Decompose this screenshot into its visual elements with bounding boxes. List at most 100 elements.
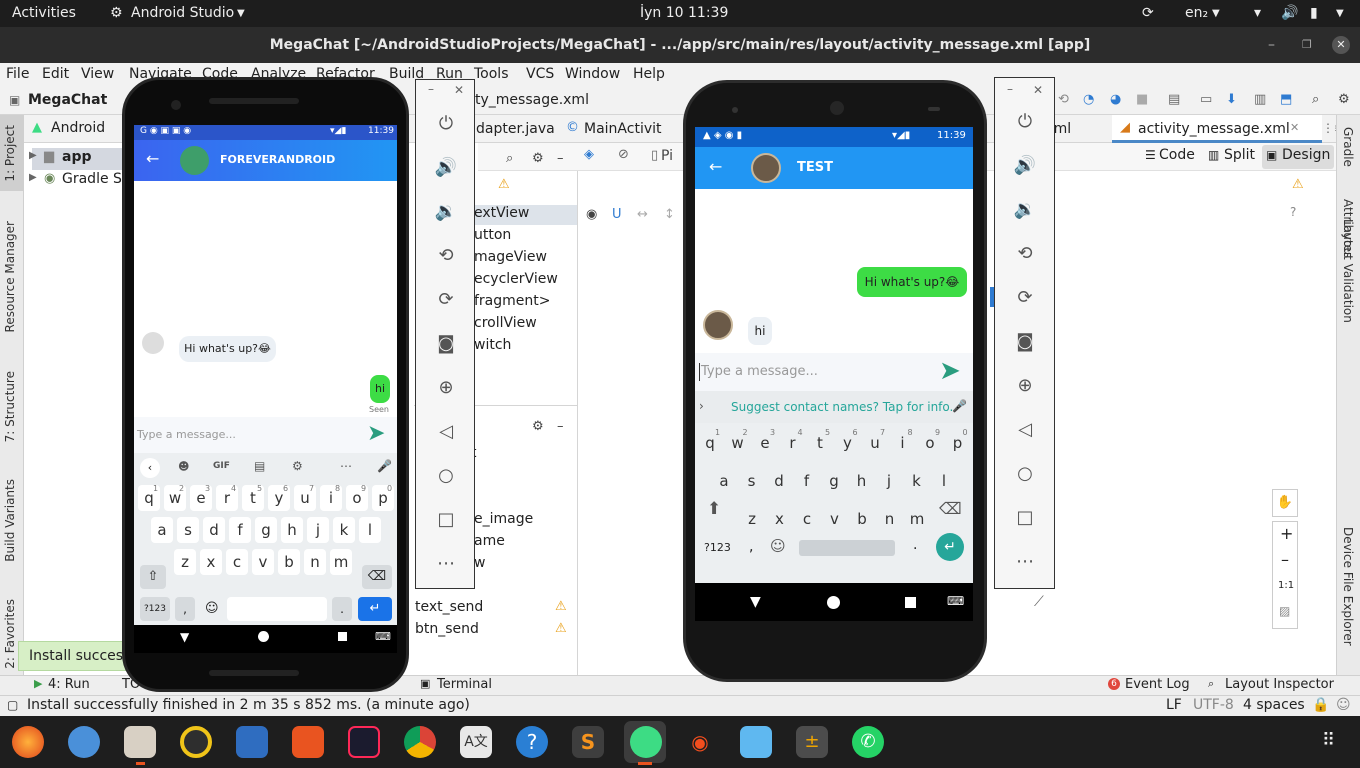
nav-back-button[interactable]: ▼	[750, 594, 761, 610]
install-toast[interactable]: Install success	[18, 641, 128, 671]
sublime-icon[interactable]: S	[572, 726, 604, 758]
stop-icon[interactable]: ■	[1136, 92, 1148, 107]
terminal-tab[interactable]: Terminal	[437, 677, 492, 692]
more-icon[interactable]: ⋯	[995, 551, 1055, 572]
key-c[interactable]: c	[226, 549, 248, 575]
tree-item-btn-send[interactable]: btn_send	[415, 621, 479, 637]
magnet-icon[interactable]: U	[612, 207, 622, 222]
menu-window[interactable]: Window	[565, 66, 620, 82]
zoom-icon[interactable]: ⊕	[995, 375, 1055, 396]
key-d[interactable]: d	[767, 467, 791, 495]
zoom-actual-button[interactable]: 1:1	[1278, 580, 1294, 591]
key-z[interactable]: z	[740, 505, 764, 533]
home-icon[interactable]: ○	[416, 465, 476, 486]
android-studio-icon[interactable]	[630, 726, 662, 758]
incoming-bubble[interactable]: hi	[748, 317, 772, 345]
status-icon[interactable]: ▢	[7, 698, 18, 712]
translate-icon[interactable]: A文	[460, 726, 492, 758]
backspace-key[interactable]: ⌫	[939, 499, 962, 518]
pan-button[interactable]: ✋	[1272, 489, 1298, 517]
palette-item[interactable]: utton	[474, 227, 511, 243]
device-selector[interactable]: Pi	[661, 148, 673, 164]
tree-item-text-send[interactable]: text_send	[415, 599, 483, 615]
volume-up-icon[interactable]: 🔊	[995, 155, 1055, 176]
settings-icon[interactable]: ⚙	[1338, 92, 1350, 107]
resize-handle[interactable]: ⟋	[1034, 594, 1044, 610]
nav-home-button[interactable]	[827, 596, 840, 609]
shift-key[interactable]: ⇧	[140, 565, 166, 589]
key-f[interactable]: f	[229, 517, 251, 543]
layers-icon[interactable]: ◈	[584, 147, 594, 162]
symbols-key[interactable]: ?123	[704, 541, 731, 554]
status-message[interactable]: Install successfully finished in 2 m 35 …	[27, 697, 470, 713]
nav-back-button[interactable]: ▼	[180, 630, 189, 644]
search-icon[interactable]: ⌕	[506, 151, 513, 166]
clipboard-icon[interactable]: ▤	[254, 459, 265, 473]
key-b[interactable]: b	[278, 549, 300, 575]
mic-icon[interactable]: 🎤	[952, 399, 967, 413]
key-a[interactable]: a	[712, 467, 736, 495]
chrome-icon[interactable]	[404, 726, 436, 758]
build-variants-button[interactable]: Build Variants	[3, 479, 17, 562]
writer-icon[interactable]	[236, 726, 268, 758]
zoom-out-button[interactable]: –	[1281, 550, 1289, 569]
shift-key[interactable]: ⬆	[707, 499, 721, 519]
key-k[interactable]: k	[905, 467, 929, 495]
line-separator[interactable]: LF	[1166, 697, 1182, 713]
settings-icon[interactable]: ⚙	[532, 151, 544, 166]
resource-manager-button[interactable]: Resource Manager	[3, 221, 17, 332]
home-icon[interactable]: ○	[995, 463, 1055, 484]
firefox-icon[interactable]	[12, 726, 44, 758]
key-f[interactable]: f	[795, 467, 819, 495]
chevron-right-icon[interactable]: ▶	[29, 172, 37, 183]
enter-key[interactable]: ↵	[358, 597, 392, 621]
chevron-right-icon[interactable]: ›	[699, 399, 704, 413]
keyboard-switch-icon[interactable]: ⌨	[375, 630, 391, 643]
profiler-icon[interactable]: ◔	[1083, 92, 1094, 107]
key-x[interactable]: x	[768, 505, 792, 533]
key-s[interactable]: s	[177, 517, 199, 543]
send-icon[interactable]: ➤	[939, 356, 961, 386]
rotate-right-icon[interactable]: ⟳	[416, 289, 476, 310]
period-key[interactable]: .	[332, 597, 352, 621]
palette-item[interactable]: witch	[474, 337, 511, 353]
split-mode-button[interactable]: Split	[1224, 147, 1255, 163]
hide-icon[interactable]: –	[557, 151, 564, 166]
palette-item[interactable]: extView	[474, 205, 529, 221]
back-icon[interactable]: ◁	[995, 419, 1055, 440]
intellij-icon[interactable]	[348, 726, 380, 758]
gradle-tool-button[interactable]: Gradle	[1341, 127, 1355, 167]
key-x[interactable]: x	[200, 549, 222, 575]
weather-icon[interactable]	[740, 726, 772, 758]
wifi-icon[interactable]: ▾	[1254, 5, 1261, 21]
palette-item[interactable]: fragment>	[474, 293, 551, 309]
sticker-icon[interactable]: ☻	[178, 460, 189, 473]
backspace-key[interactable]: ⌫	[362, 565, 392, 589]
project-structure-icon[interactable]: ▤	[1168, 92, 1180, 107]
menu-edit[interactable]: Edit	[42, 66, 69, 82]
key-b[interactable]: b	[850, 505, 874, 533]
close-button[interactable]: ✕	[454, 83, 464, 97]
update-icon[interactable]: ⬒	[1280, 92, 1292, 107]
mic-icon[interactable]: 🎤	[377, 459, 392, 473]
rotate-right-icon[interactable]: ⟳	[995, 287, 1055, 308]
sync-icon[interactable]: ⟲	[1058, 92, 1069, 107]
menu-tools[interactable]: Tools	[474, 66, 509, 82]
layout-inspector-tab[interactable]: Layout Inspector	[1225, 677, 1334, 692]
tree-item-app[interactable]: app	[62, 149, 92, 165]
device-file-explorer-button[interactable]: Device File Explorer	[1341, 527, 1355, 646]
help-icon[interactable]: ?	[1290, 205, 1296, 219]
search-icon[interactable]: ⌕	[1312, 92, 1319, 107]
power-icon[interactable]: ⏻	[995, 111, 1055, 132]
key-m[interactable]: m	[905, 505, 929, 533]
clock[interactable]: İyn 10 11:39	[640, 5, 728, 21]
volume-up-icon[interactable]: 🔊	[416, 157, 476, 178]
warning-icon[interactable]: ⚠	[555, 621, 567, 636]
enter-key[interactable]: ↵	[936, 533, 964, 561]
project-tool-button[interactable]: 1: Project	[3, 125, 17, 182]
rotate-left-icon[interactable]: ⟲	[416, 245, 476, 266]
sync-icon[interactable]: ⟳	[1142, 5, 1154, 21]
palette-item[interactable]: ecyclerView	[474, 271, 558, 287]
close-tab-icon[interactable]: ✕	[1290, 121, 1299, 134]
key-v[interactable]: v	[252, 549, 274, 575]
